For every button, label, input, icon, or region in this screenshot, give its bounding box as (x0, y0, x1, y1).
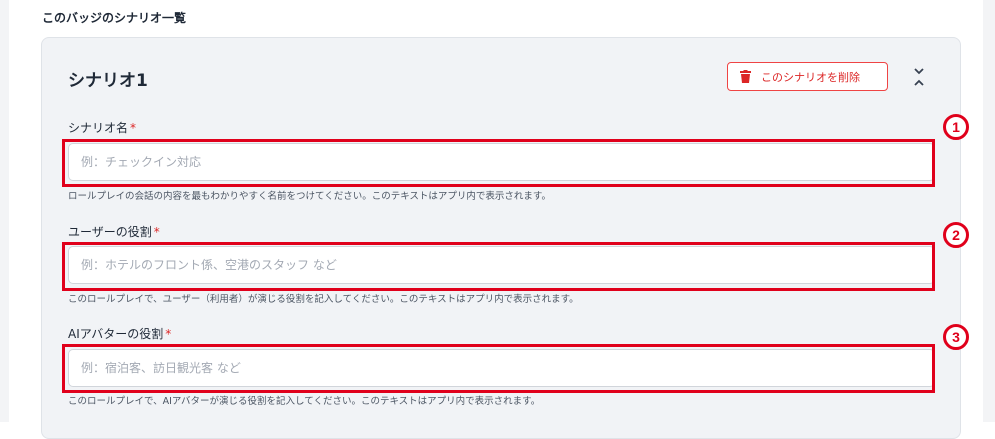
required-mark: * (165, 327, 172, 341)
section-heading: このバッジのシナリオ一覧 (42, 11, 187, 25)
scenario-name-help: ロールプレイの会話の内容を最もわかりやすく名前をつけてください。このテキストはア… (68, 191, 551, 202)
trash-icon (740, 70, 751, 83)
ai-avatar-role-help: このロールプレイで、AIアバターが演じる役割を記入してください。このテキストはア… (68, 396, 541, 407)
left-gutter (0, 0, 9, 422)
delete-scenario-label: このシナリオを削除 (761, 70, 860, 84)
required-mark: * (153, 225, 160, 239)
callout-badge-1: 1 (943, 114, 969, 140)
ai-avatar-role-input[interactable] (68, 349, 935, 387)
required-mark: * (130, 121, 137, 135)
scenario-name-input[interactable] (68, 143, 935, 181)
callout-badge-3: 3 (943, 324, 969, 350)
scenario-title: シナリオ1 (68, 71, 148, 91)
scenario-name-label: シナリオ名 * (68, 121, 137, 135)
callout-badge-2: 2 (943, 222, 969, 248)
ai-avatar-role-label: AIアバターの役割 * (68, 327, 172, 341)
user-role-input[interactable] (68, 246, 935, 284)
scenario-card: シナリオ1 このシナリオを削除 シナリオ名* ロールプレイの会話の内容を最もわか… (41, 37, 961, 439)
delete-scenario-button[interactable]: このシナリオを削除 (727, 62, 888, 91)
collapse-icon[interactable] (912, 66, 926, 88)
user-role-label: ユーザーの役割 * (68, 225, 160, 239)
user-role-help: このロールプレイで、ユーザー（利用者）が演じる役割を記入してください。このテキス… (68, 294, 579, 305)
right-scroll-gutter (983, 0, 995, 422)
